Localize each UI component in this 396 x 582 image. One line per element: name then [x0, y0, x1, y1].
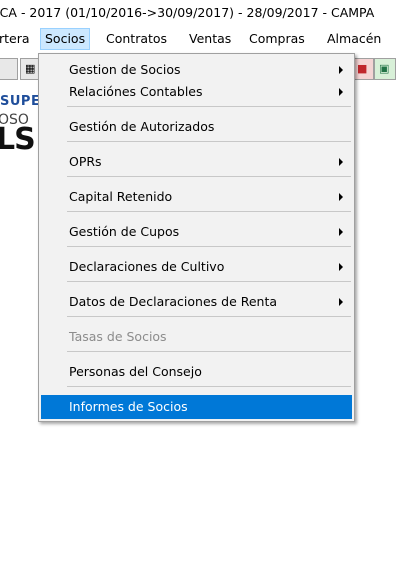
menu-item-declaraciones-renta[interactable]: Datos de Declaraciones de Renta [41, 290, 352, 314]
app-big-label: LS [0, 122, 36, 157]
menu-item-label: Gestión de Autorizados [69, 119, 215, 134]
toolbar-button-pdf[interactable]: ■ [352, 58, 374, 80]
menu-item-oprs[interactable]: OPRs [41, 150, 352, 174]
menu-separator [67, 211, 351, 212]
app-sub-label: SUPE [0, 94, 40, 109]
menu-item-informes-socios[interactable]: Informes de Socios [41, 395, 352, 419]
menu-separator [67, 106, 351, 107]
menu-item-label: Capital Retenido [69, 189, 173, 204]
menu-item-label: Personas del Consejo [69, 364, 202, 379]
submenu-arrow-icon [339, 298, 343, 306]
menu-separator [67, 351, 351, 352]
window-title: ICA - 2017 (01/10/2016->30/09/2017) - 28… [0, 5, 375, 20]
toolbar-button-excel[interactable]: ▣ [374, 58, 396, 80]
menu-item-tasas-socios: Tasas de Socios [41, 325, 352, 349]
menu-compras[interactable]: Compras [244, 28, 310, 50]
menu-item-label: Informes de Socios [69, 399, 188, 414]
menu-item-personas-consejo[interactable]: Personas del Consejo [41, 360, 352, 384]
submenu-arrow-icon [339, 228, 343, 236]
menu-separator [67, 246, 351, 247]
menu-item-gestion-autorizados[interactable]: Gestión de Autorizados [41, 115, 352, 139]
menu-item-relaciones-contables[interactable]: Relaciónes Contables [41, 80, 352, 104]
menu-item-label: Gestión de Cupos [69, 224, 180, 239]
menu-separator [67, 316, 351, 317]
menu-item-label: Datos de Declaraciones de Renta [69, 294, 278, 309]
document-icon: ▦ [25, 62, 36, 75]
menu-contratos[interactable]: Contratos [101, 28, 172, 50]
menu-separator [67, 141, 351, 142]
submenu-arrow-icon [339, 158, 343, 166]
menu-item-capital-retenido[interactable]: Capital Retenido [41, 185, 352, 209]
menu-item-label: Tasas de Socios [69, 329, 167, 344]
submenu-arrow-icon [339, 193, 343, 201]
menu-separator [67, 281, 351, 282]
menu-item-gestion-socios[interactable]: Gestion de Socios [41, 58, 352, 82]
menu-almacen[interactable]: Almacén [322, 28, 386, 50]
menu-item-label: OPRs [69, 154, 102, 169]
menu-ventas[interactable]: Ventas [184, 28, 236, 50]
pdf-icon: ■ [357, 62, 368, 75]
menu-separator [67, 386, 351, 387]
menu-item-label: Gestion de Socios [69, 62, 181, 77]
app-background: SUPE OSO LS [0, 92, 40, 172]
menu-item-label: Declaraciones de Cultivo [69, 259, 225, 274]
menu-cartera[interactable]: rtera [0, 28, 35, 50]
menu-socios[interactable]: Socios [40, 28, 91, 50]
submenu-arrow-icon [339, 66, 343, 74]
excel-icon: ▣ [379, 62, 390, 75]
socios-dropdown-menu: Gestion de Socios Relaciónes Contables G… [38, 53, 355, 422]
menu-item-gestion-cupos[interactable]: Gestión de Cupos [41, 220, 352, 244]
toolbar-button[interactable] [0, 58, 18, 80]
submenu-arrow-icon [339, 263, 343, 271]
menu-item-declaraciones-cultivo[interactable]: Declaraciones de Cultivo [41, 255, 352, 279]
window-titlebar: ICA - 2017 (01/10/2016->30/09/2017) - 28… [0, 0, 396, 28]
menu-separator [67, 176, 351, 177]
submenu-arrow-icon [339, 88, 343, 96]
menu-item-label: Relaciónes Contables [69, 84, 203, 99]
menu-bar: rtera Socios Contratos Ventas Compras Al… [0, 28, 396, 52]
